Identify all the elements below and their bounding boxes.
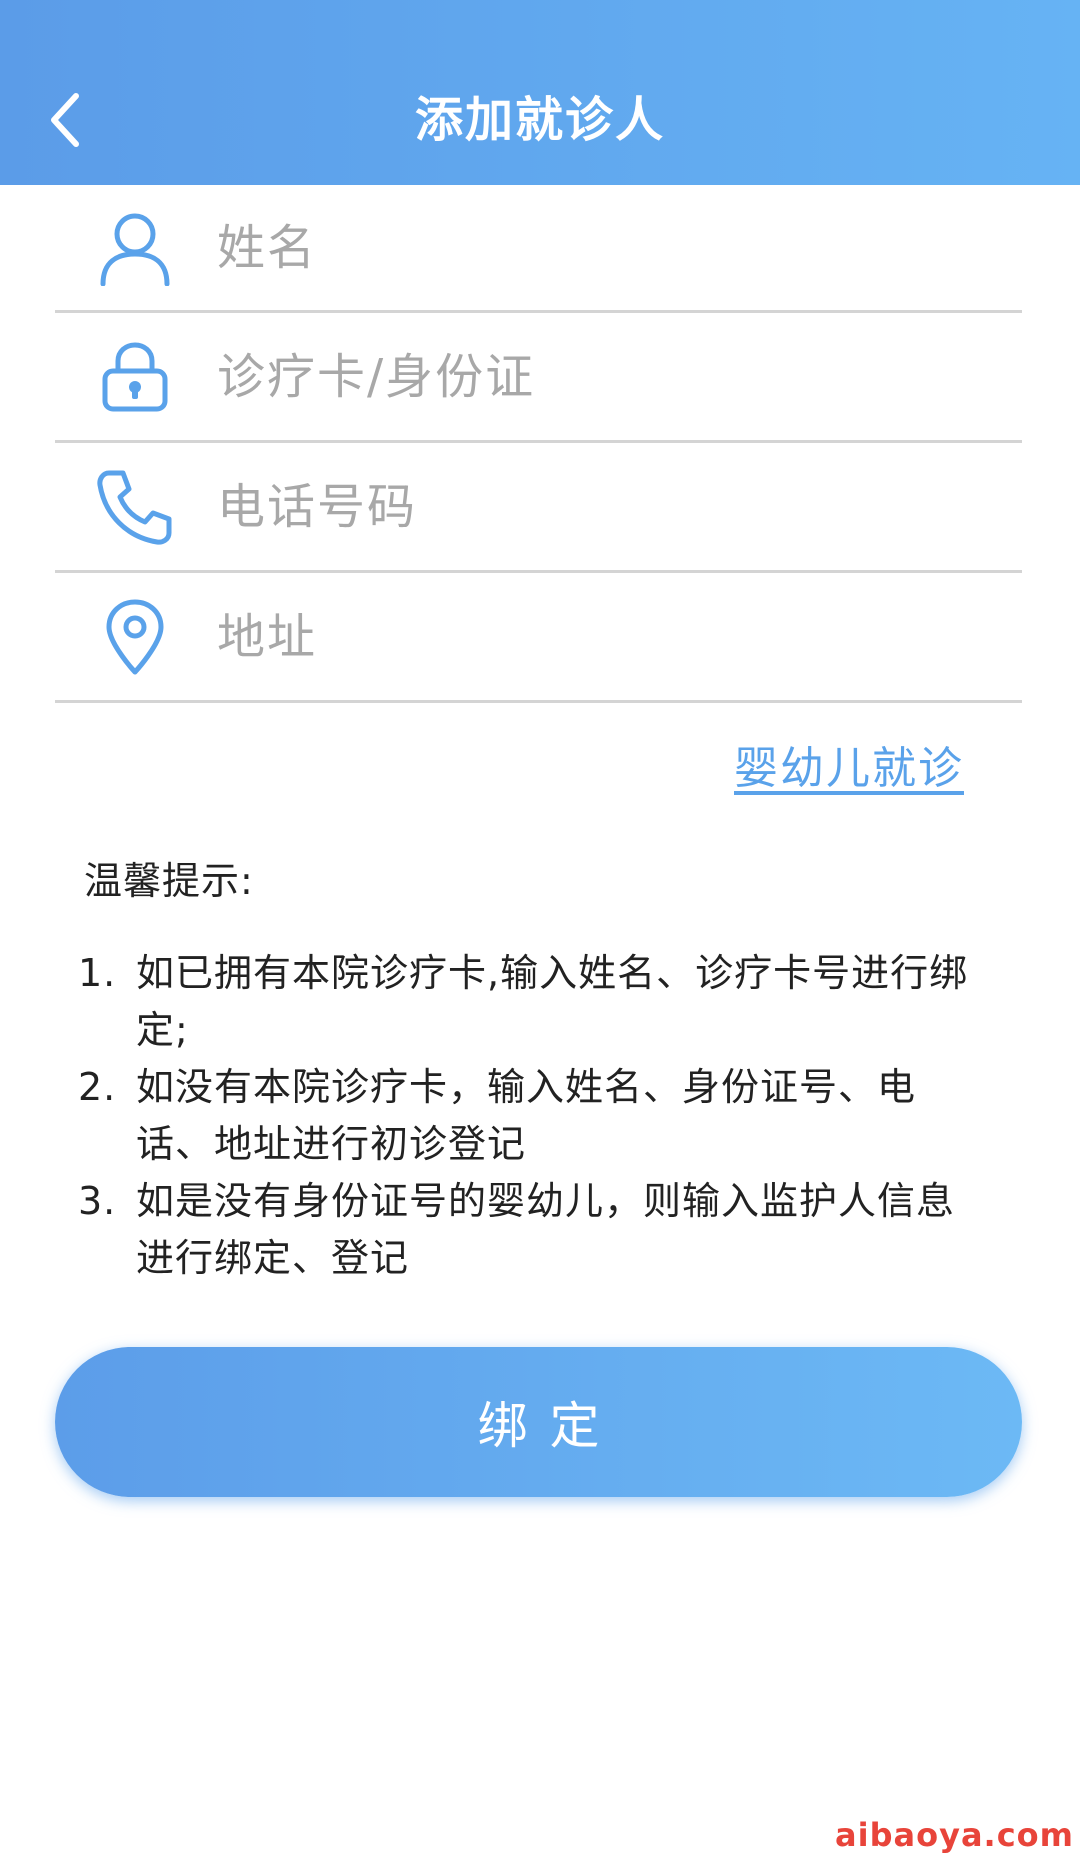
list-item-number: 2. <box>78 1065 117 1109</box>
card-row <box>55 313 1022 443</box>
phone-input[interactable] <box>215 466 1012 547</box>
list-item-text: 如是没有身份证号的婴幼儿，则输入监护人信息进行绑定、登记 <box>136 1179 956 1280</box>
list-item-text: 如没有本院诊疗卡，输入姓名、身份证号、电话、地址进行初诊登记 <box>136 1065 917 1166</box>
list-item: 3. 如是没有身份证号的婴幼儿，则输入监护人信息进行绑定、登记 <box>78 1173 978 1287</box>
bind-button[interactable]: 绑定 <box>55 1347 1022 1497</box>
list-item: 2. 如没有本院诊疗卡，输入姓名、身份证号、电话、地址进行初诊登记 <box>78 1059 978 1173</box>
card-id-input[interactable] <box>215 336 1012 417</box>
patient-form <box>55 185 1022 703</box>
lock-icon <box>95 337 175 417</box>
name-row <box>55 185 1022 313</box>
page-title: 添加就诊人 <box>414 92 665 148</box>
address-row <box>55 573 1022 703</box>
list-item-number: 3. <box>78 1179 117 1223</box>
phone-row <box>55 443 1022 573</box>
location-pin-icon <box>95 597 175 677</box>
name-input[interactable] <box>215 207 1012 288</box>
tips-title: 温馨提示: <box>84 859 254 903</box>
phone-icon <box>95 467 175 547</box>
list-item-number: 1. <box>78 951 117 995</box>
header-bar: 添加就诊人 <box>0 0 1080 185</box>
add-patient-page: 添加就诊人 姓名 诊疗卡/身份证 电话号码 地址 婴幼儿就诊 温馨提示: 1. … <box>0 0 1080 1858</box>
tips-list: 1. 如已拥有本院诊疗卡,输入姓名、诊疗卡号进行绑定; 2. 如没有本院诊疗卡，… <box>78 945 978 1287</box>
address-input[interactable] <box>215 596 1012 677</box>
list-item-text: 如已拥有本院诊疗卡,输入姓名、诊疗卡号进行绑定; <box>136 951 969 1052</box>
infant-visit-link[interactable]: 婴幼儿就诊 <box>734 732 964 796</box>
list-item: 1. 如已拥有本院诊疗卡,输入姓名、诊疗卡号进行绑定; <box>78 945 978 1059</box>
watermark: aibaoya.com <box>835 1816 1074 1854</box>
user-icon <box>95 208 175 288</box>
